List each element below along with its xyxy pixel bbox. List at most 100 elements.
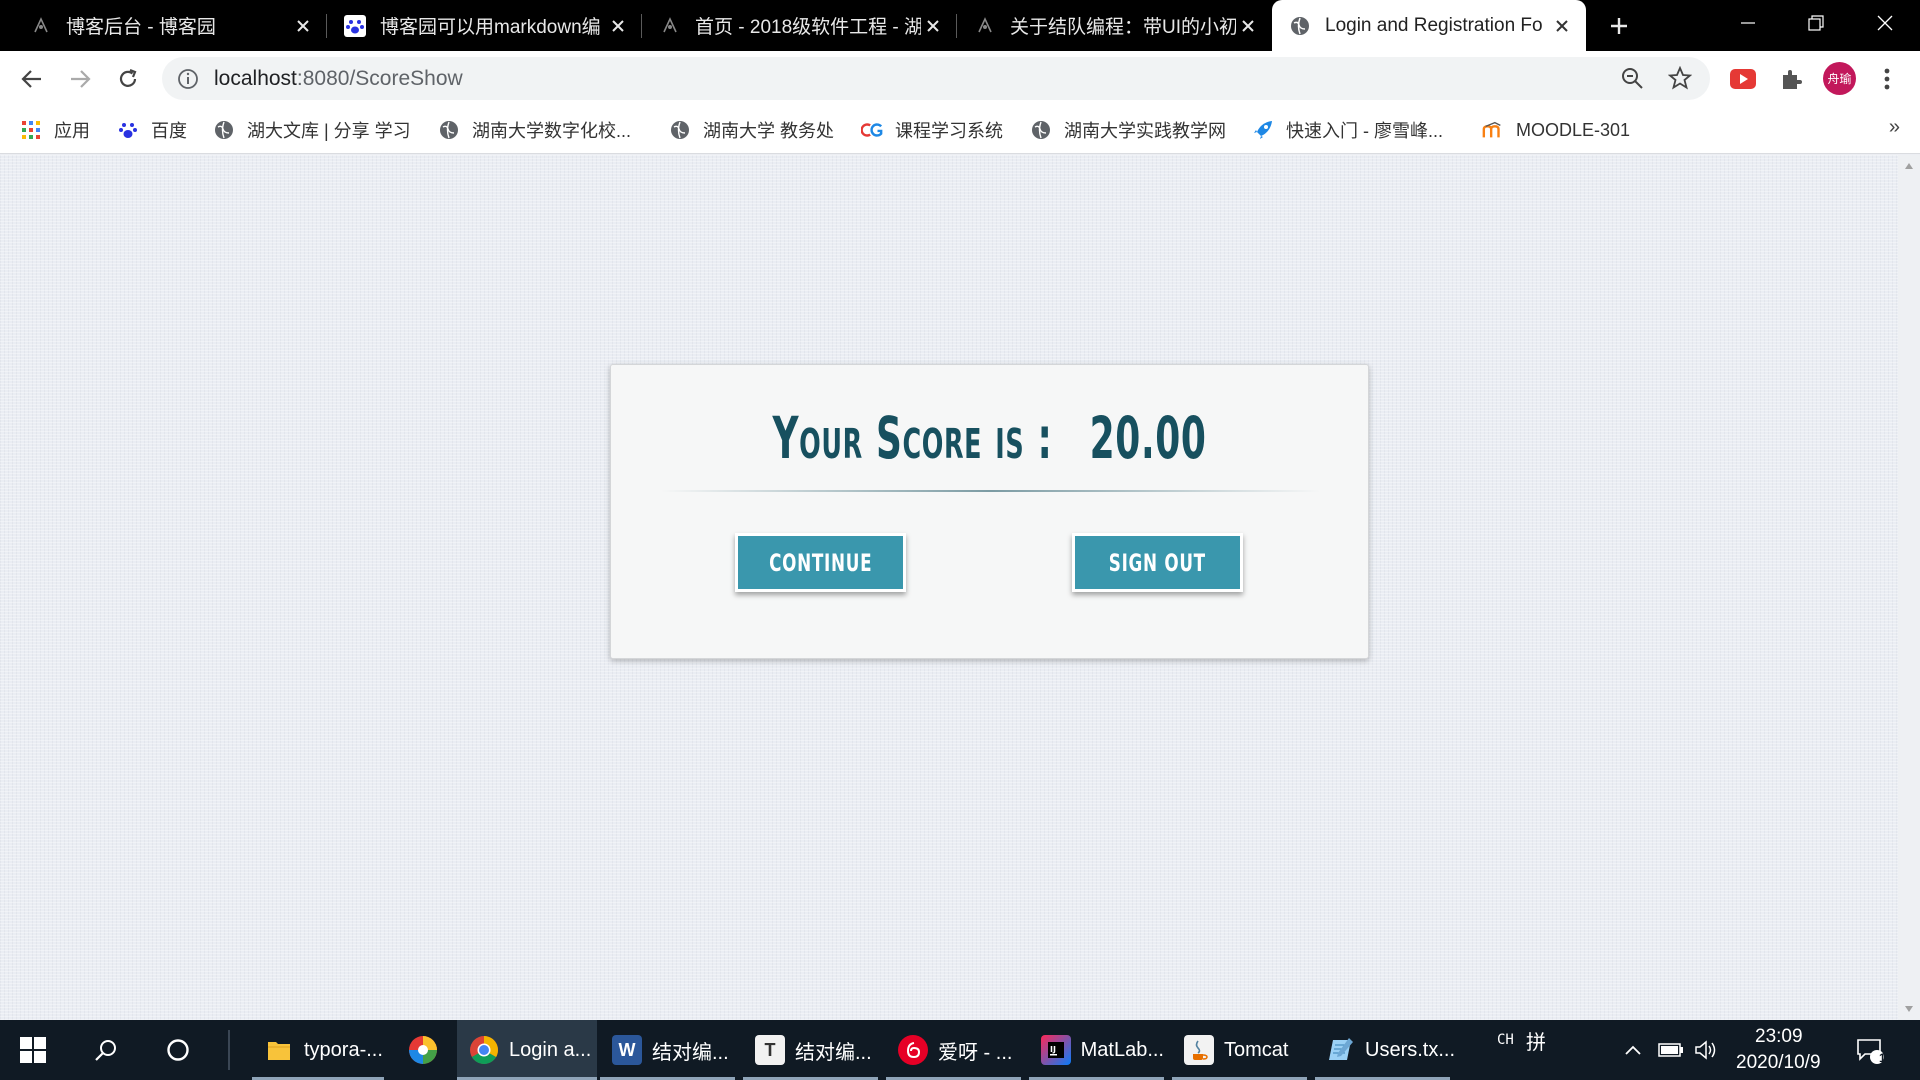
scroll-up-arrow-icon[interactable] xyxy=(1904,161,1914,171)
bookmark-star-icon[interactable] xyxy=(1668,66,1694,92)
close-tab-icon[interactable] xyxy=(1236,14,1260,38)
back-arrow-icon[interactable] xyxy=(14,61,50,97)
taskbar-app-chrome[interactable]: Login a... xyxy=(457,1020,597,1080)
profile-avatar[interactable]: 舟瑜 xyxy=(1823,62,1856,95)
zoom-icon[interactable] xyxy=(1620,66,1646,92)
apps-grid-icon xyxy=(20,119,42,141)
taskbar-app-netease-music[interactable]: 爱呀 - ... xyxy=(886,1020,1021,1080)
bookmark-liaoxuefeng[interactable]: 快速入门 - 廖雪峰... xyxy=(1252,116,1443,144)
card-divider xyxy=(661,490,1320,492)
scroll-down-arrow-icon[interactable] xyxy=(1904,1004,1914,1014)
bookmark-label: 湖南大学 教务处 xyxy=(703,121,835,141)
tab-markdown[interactable]: 博客园可以用markdown编 xyxy=(327,0,642,51)
url-text: localhost:8080/ScoreShow xyxy=(214,67,463,91)
taskbar-app-label: Users.tx... xyxy=(1365,1038,1456,1061)
svg-text:IJ: IJ xyxy=(1050,1045,1056,1054)
url-path: :8080/ScoreShow xyxy=(296,67,463,90)
score-heading: Your Score is : 20.00 xyxy=(755,403,1224,473)
taskbar-app-word[interactable]: W 结对编... xyxy=(600,1020,735,1080)
chrome-icon xyxy=(469,1035,499,1065)
globe-icon xyxy=(1289,15,1311,37)
page-content: Your Score is : 20.00 CONTINUE SIGN OUT xyxy=(0,155,1898,1020)
bookmark-hnu-academic[interactable]: 湖南大学 教务处 xyxy=(669,116,834,144)
color-wheel-icon xyxy=(408,1035,438,1065)
taskbar-app-label: 结对编... xyxy=(652,1041,729,1064)
score-card: Your Score is : 20.00 CONTINUE SIGN OUT xyxy=(610,364,1369,659)
taskbar-app-intellij[interactable]: IJ MatLab... xyxy=(1029,1020,1164,1080)
notepad-icon xyxy=(1327,1035,1355,1065)
close-tab-icon[interactable] xyxy=(606,14,630,38)
netease-music-icon xyxy=(898,1035,928,1065)
clock-date[interactable]: 2020/10/9 xyxy=(1736,1052,1821,1074)
clock-time[interactable]: 23:09 xyxy=(1755,1026,1803,1048)
cortana-icon[interactable] xyxy=(166,1020,198,1080)
tab-title: 博客园可以用markdown编 xyxy=(380,17,601,38)
windows-taskbar: typora-... Login a... W 结对编... T 结对编... … xyxy=(0,1020,1920,1080)
sign-out-button[interactable]: SIGN OUT xyxy=(1072,533,1243,592)
site-info-icon[interactable] xyxy=(176,67,200,91)
sign-out-button-label: SIGN OUT xyxy=(1108,548,1207,577)
taskbar-app-colorwheel[interactable] xyxy=(396,1020,456,1080)
close-tab-icon[interactable] xyxy=(921,14,945,38)
bookmark-moodle[interactable]: MOODLE-301 xyxy=(1482,116,1630,144)
java-icon xyxy=(1184,1035,1214,1065)
continue-button[interactable]: CONTINUE xyxy=(735,533,906,592)
bookmark-label: 湖南大学实践教学网 xyxy=(1064,121,1226,141)
menu-kebab-icon[interactable] xyxy=(1870,62,1904,96)
notification-count-badge: 1 xyxy=(1879,1051,1886,1065)
vertical-scrollbar[interactable] xyxy=(1898,155,1920,1020)
tab-title: 博客后台 - 博客园 xyxy=(66,17,216,38)
windows-start-icon[interactable] xyxy=(20,1020,52,1080)
taskbar-app-notepad[interactable]: Users.tx... xyxy=(1315,1020,1455,1080)
ime-mode-indicator[interactable]: 拼 xyxy=(1526,1026,1546,1055)
volume-icon[interactable] xyxy=(1694,1020,1722,1080)
cg-logo-icon xyxy=(861,119,883,141)
show-hidden-icons-chevron-icon[interactable] xyxy=(1624,1020,1648,1080)
tab-login-registration[interactable]: Login and Registration Fo xyxy=(1272,0,1586,51)
restore-window-icon[interactable] xyxy=(1786,0,1846,45)
action-center-icon[interactable]: 1 xyxy=(1855,1020,1895,1080)
address-bar[interactable]: localhost:8080/ScoreShow xyxy=(162,57,1710,100)
youtube-extension-icon[interactable] xyxy=(1726,62,1760,96)
bookmark-course-system[interactable]: 课程学习系统 xyxy=(861,116,1003,144)
globe-icon xyxy=(669,119,691,141)
intellij-icon: IJ xyxy=(1041,1035,1071,1065)
bookmark-label: 湖南大学数字化校... xyxy=(472,121,632,141)
bookmark-apps[interactable]: 应用 xyxy=(20,116,90,144)
search-icon[interactable] xyxy=(94,1020,126,1080)
minimize-window-icon[interactable] xyxy=(1718,0,1778,45)
tab-title: 首页 - 2018级软件工程 - 湖 xyxy=(695,17,921,38)
continue-button-label: CONTINUE xyxy=(768,548,873,577)
bookmark-baidu[interactable]: 百度 xyxy=(117,116,187,144)
tab-blog-admin[interactable]: 博客后台 - 博客园 xyxy=(0,0,327,51)
close-tab-icon[interactable] xyxy=(291,14,315,38)
bookmark-hnu-digital[interactable]: 湖南大学数字化校... xyxy=(438,116,631,144)
baidu-paw-icon xyxy=(117,119,139,141)
forward-arrow-icon[interactable] xyxy=(62,61,98,97)
score-value: 20.00 xyxy=(1089,404,1207,472)
typora-icon: T xyxy=(755,1035,785,1065)
bookmark-label: 湖大文库 | 分享 学习 xyxy=(247,121,411,141)
battery-icon[interactable] xyxy=(1658,1020,1688,1080)
bookmark-hnu-library[interactable]: 湖大文库 | 分享 学习 xyxy=(213,116,411,144)
taskbar-app-typora-folder[interactable]: typora-... xyxy=(252,1020,384,1080)
tab-pair-programming[interactable]: 关于结队编程：带UI的小初 xyxy=(957,0,1272,51)
tab-homepage[interactable]: 首页 - 2018级软件工程 - 湖 xyxy=(642,0,957,51)
taskbar-app-label: typora-... xyxy=(304,1038,383,1061)
close-window-icon[interactable] xyxy=(1855,0,1915,45)
bookmarks-overflow-button[interactable]: » xyxy=(1889,116,1900,139)
taskbar-app-tomcat[interactable]: Tomcat xyxy=(1172,1020,1307,1080)
tab-title: Login and Registration Fo xyxy=(1325,14,1543,36)
close-tab-icon[interactable] xyxy=(1550,14,1574,38)
ime-language-indicator[interactable]: CH xyxy=(1497,1032,1514,1048)
bookmark-hnu-practice[interactable]: 湖南大学实践教学网 xyxy=(1030,116,1226,144)
taskbar-app-label: MatLab... xyxy=(1080,1038,1164,1061)
folder-icon xyxy=(264,1035,294,1065)
bookmark-label: 应用 xyxy=(54,121,90,141)
tab-title: 关于结队编程：带UI的小初 xyxy=(1010,17,1236,38)
taskbar-app-typora[interactable]: T 结对编... xyxy=(743,1020,878,1080)
new-tab-button[interactable] xyxy=(1603,10,1635,42)
extensions-puzzle-icon[interactable] xyxy=(1774,62,1808,96)
reload-icon[interactable] xyxy=(110,61,146,97)
cnblogs-icon xyxy=(30,15,52,37)
